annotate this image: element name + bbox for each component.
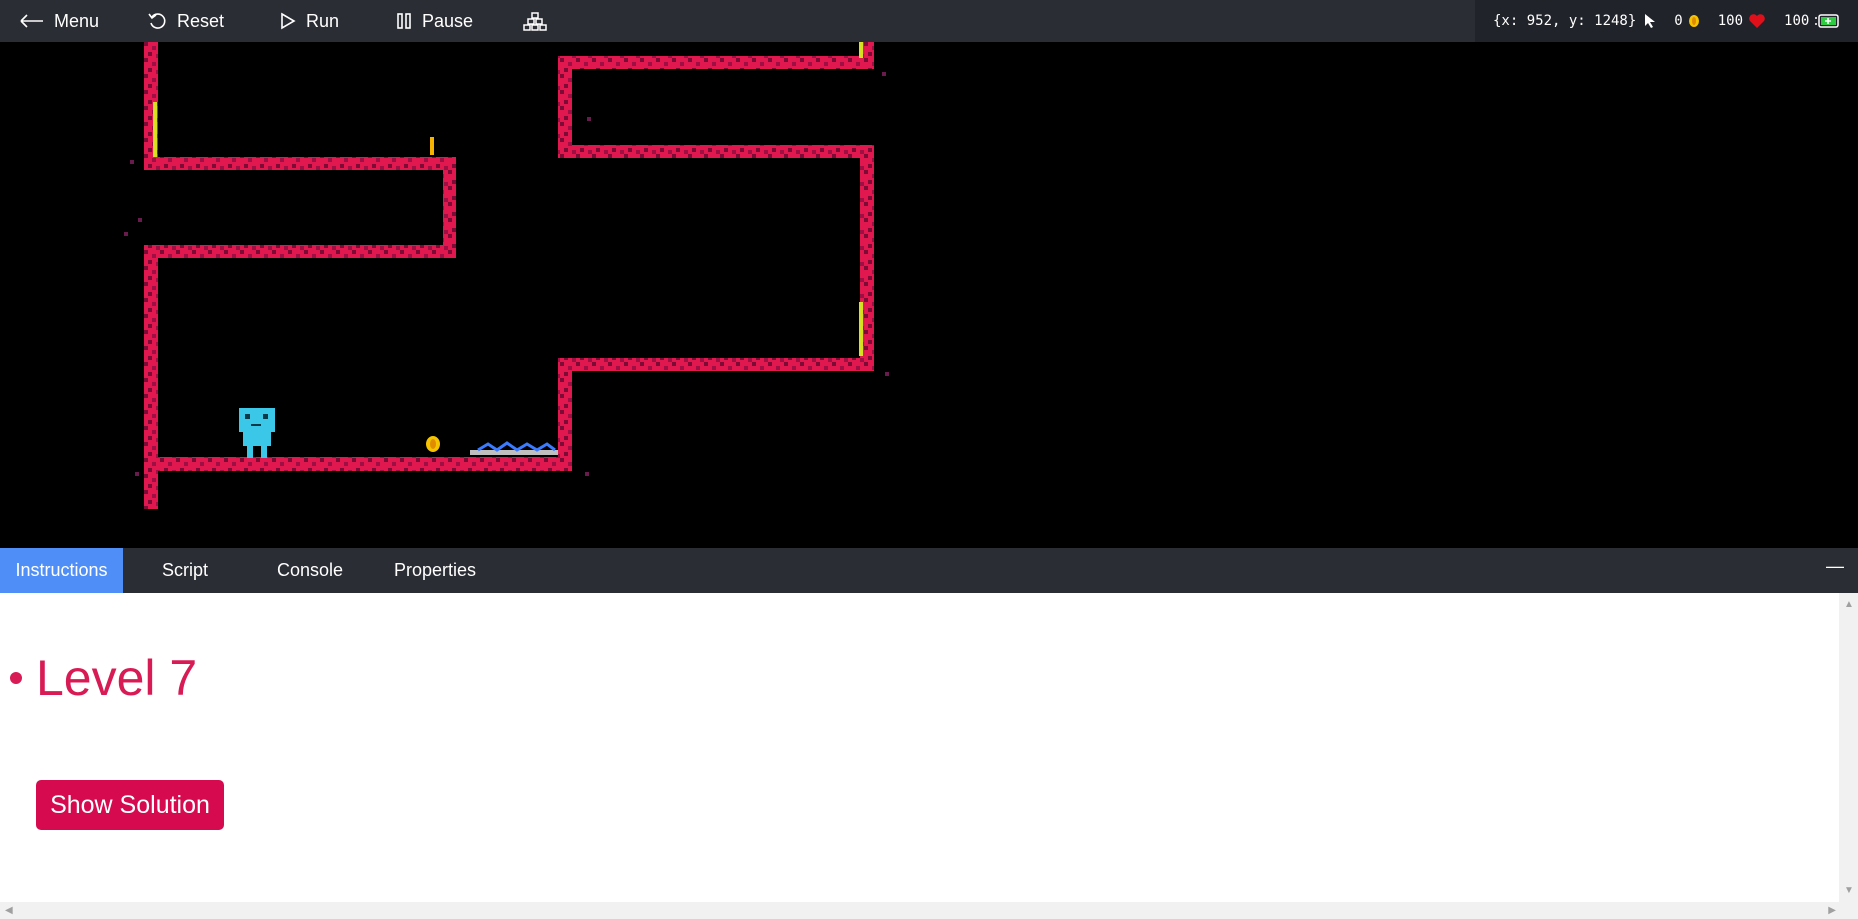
scroll-up-icon[interactable]: ▲ [1844, 599, 1854, 610]
collapse-panel-icon[interactable]: — [1826, 556, 1844, 577]
coordinates-readout: {x: 952, y: 1248} [1493, 13, 1637, 29]
blocks-icon [523, 12, 547, 31]
heart-icon [1749, 13, 1765, 28]
tab-script[interactable]: Script [135, 548, 235, 593]
tab-properties[interactable]: Properties [380, 548, 490, 593]
cursor-icon [1645, 14, 1656, 28]
level-map-button[interactable] [523, 0, 557, 42]
toolbar: Menu Reset Run Pause {x: 952, y: 1248} 0… [0, 0, 1858, 42]
reset-icon [148, 13, 166, 29]
door-left-upper [153, 102, 157, 157]
instructions-panel: Level 7 Show Solution [0, 593, 1839, 902]
vertical-scrollbar[interactable]: ▲ ▼ [1839, 593, 1858, 902]
run-button[interactable]: Run [280, 0, 339, 42]
game-world [124, 42, 889, 509]
menu-button[interactable]: Menu [20, 0, 99, 42]
run-label: Run [306, 10, 340, 31]
play-icon [281, 12, 296, 30]
key-marker [430, 137, 434, 155]
tab-instructions[interactable]: Instructions [0, 548, 123, 593]
battery-icon [1815, 14, 1840, 28]
status-bar: {x: 952, y: 1248} 0 100 100 [1475, 0, 1858, 42]
reset-label: Reset [177, 10, 225, 31]
scroll-right-icon[interactable]: ▶ [1828, 905, 1836, 916]
electric-trap [470, 441, 558, 455]
horizontal-scrollbar[interactable]: ◀ ▶ [0, 902, 1858, 919]
pause-button[interactable]: Pause [396, 0, 473, 42]
bullet-icon [10, 672, 22, 684]
player-robot [239, 408, 275, 458]
energy-value: 100 [1784, 13, 1810, 29]
scroll-left-icon[interactable]: ◀ [5, 905, 13, 916]
level-heading: Level 7 [10, 649, 197, 707]
tab-console[interactable]: Console [255, 548, 365, 593]
wall-debris [124, 72, 889, 476]
coin-count: 0 [1674, 13, 1683, 29]
menu-label: Menu [54, 10, 100, 31]
reset-button[interactable]: Reset [147, 0, 224, 42]
show-solution-button[interactable]: Show Solution [36, 780, 224, 830]
arrow-left-icon [20, 14, 43, 28]
door-right [859, 302, 863, 356]
level-title: Level 7 [36, 650, 198, 706]
coin-icon [1688, 15, 1699, 27]
panel-tabs: Instructions Script Console Properties — [0, 548, 1858, 593]
pause-label: Pause [422, 10, 474, 31]
scroll-down-icon[interactable]: ▼ [1844, 885, 1854, 896]
health-value: 100 [1717, 13, 1744, 29]
pause-icon [397, 13, 411, 29]
game-canvas[interactable] [0, 42, 1858, 548]
coin-pickup [426, 436, 440, 452]
door-top-right [859, 42, 863, 58]
